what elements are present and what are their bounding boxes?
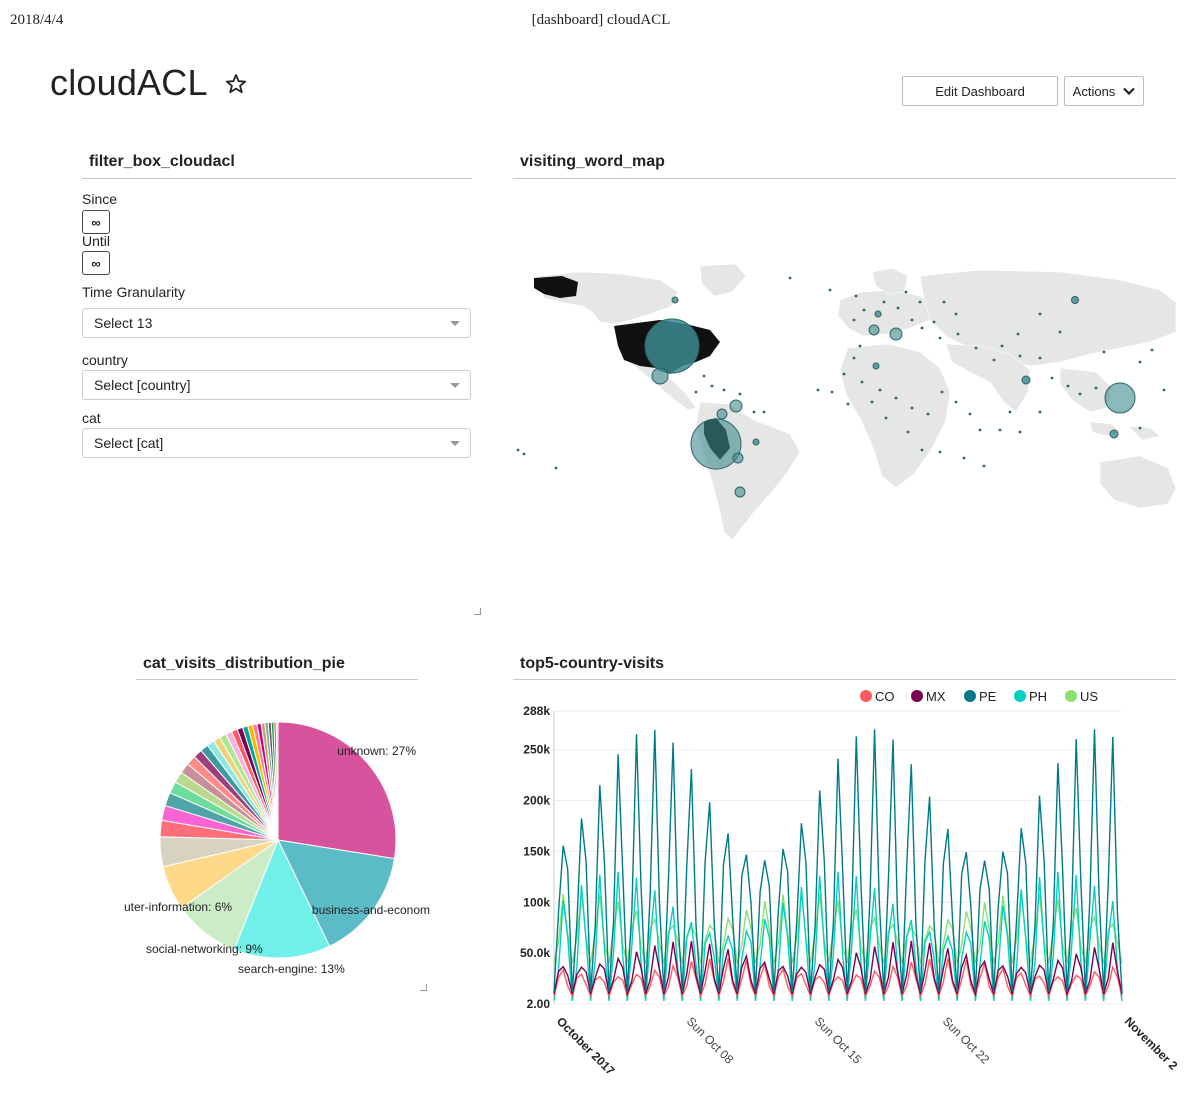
x-tick-label: November 2 bbox=[1122, 1014, 1181, 1073]
y-tick-label: 250k bbox=[523, 743, 550, 757]
x-tick-label: Sun Oct 22 bbox=[940, 1014, 993, 1067]
time-granularity-value: Select 13 bbox=[94, 315, 153, 331]
dropdown-caret-icon bbox=[450, 321, 460, 326]
y-tick-label: 288k bbox=[523, 704, 550, 718]
map-panel-divider bbox=[513, 178, 1176, 179]
filter-box-divider bbox=[82, 178, 472, 179]
actions-label: Actions bbox=[1072, 83, 1116, 99]
map-bubble bbox=[1071, 296, 1079, 304]
time-granularity-select[interactable]: Select 13 bbox=[82, 308, 471, 338]
y-tick-label: 200k bbox=[523, 794, 550, 808]
map-bubble-ph bbox=[1104, 382, 1136, 414]
line-chart[interactable]: 288k 250k 200k 150k 100k 50.0k 2.00October 201… bbox=[510, 700, 1200, 1100]
pie-slice-label: search-engine: 13% bbox=[238, 962, 345, 976]
until-button[interactable]: ∞ bbox=[82, 251, 110, 275]
y-tick-label: 50.0k bbox=[520, 946, 550, 960]
cat-placeholder: Select [cat] bbox=[94, 435, 164, 451]
dropdown-caret-icon bbox=[450, 441, 460, 446]
map-bubble-pe bbox=[690, 418, 742, 470]
y-tick-label: 2.00 bbox=[527, 997, 551, 1011]
map-bubble bbox=[874, 310, 882, 318]
country-label: country bbox=[82, 352, 128, 368]
since-button[interactable]: ∞ bbox=[82, 210, 110, 234]
map-bubble bbox=[671, 296, 679, 304]
actions-button[interactable]: Actions bbox=[1064, 76, 1144, 106]
map-bubble bbox=[1109, 429, 1119, 439]
pie-chart[interactable]: unknown: 27% business-and-econom search-en… bbox=[110, 695, 440, 995]
cat-select[interactable]: Select [cat] bbox=[82, 428, 471, 458]
world-map[interactable] bbox=[500, 262, 1176, 552]
map-bubble bbox=[716, 408, 728, 420]
map-bubble bbox=[729, 399, 743, 413]
resize-handle-icon[interactable] bbox=[420, 984, 427, 991]
map-land bbox=[539, 263, 1176, 541]
resize-handle-icon[interactable] bbox=[474, 608, 481, 615]
filter-box-title: filter_box_cloudacl bbox=[89, 153, 235, 170]
pie-slice-label: social-networking: 9% bbox=[146, 942, 263, 956]
pie-slice-label: business-and-econom bbox=[312, 903, 430, 917]
y-tick-label: 100k bbox=[523, 895, 550, 909]
map-bubble bbox=[752, 438, 760, 446]
map-bubble bbox=[889, 327, 903, 341]
dropdown-caret-icon bbox=[450, 383, 460, 388]
star-outline-icon[interactable] bbox=[224, 72, 248, 96]
x-tick-label: October 2017 bbox=[554, 1014, 618, 1078]
country-select[interactable]: Select [country] bbox=[82, 370, 471, 400]
line-panel-divider bbox=[513, 679, 1176, 680]
x-tick-label: Sun Oct 15 bbox=[812, 1014, 865, 1067]
until-label: Until bbox=[82, 233, 111, 249]
y-tick-label: 150k bbox=[523, 844, 550, 858]
since-label: Since bbox=[82, 191, 118, 207]
series-line-mx[interactable] bbox=[553, 940, 1123, 997]
pie-slice[interactable] bbox=[277, 721, 397, 860]
country-placeholder: Select [country] bbox=[94, 377, 191, 393]
pie-panel-divider bbox=[136, 679, 418, 680]
map-bubble bbox=[868, 324, 880, 336]
time-granularity-label: Time Granularity bbox=[82, 284, 185, 300]
pie-panel-title: cat_visits_distribution_pie bbox=[143, 655, 345, 672]
cat-label: cat bbox=[82, 410, 101, 426]
print-title: [dashboard] cloudACL bbox=[531, 12, 671, 28]
line-panel-title: top5-country-visits bbox=[520, 655, 665, 672]
map-bubble bbox=[732, 452, 744, 464]
map-bubble bbox=[1021, 375, 1031, 385]
map-bubble-us bbox=[644, 318, 700, 374]
edit-dashboard-label: Edit Dashboard bbox=[935, 83, 1025, 99]
pie-slice-label: uter-information: 6% bbox=[124, 900, 232, 914]
map-bubble-mx bbox=[651, 367, 669, 385]
x-tick-label: Sun Oct 08 bbox=[684, 1014, 737, 1067]
series-line-pe[interactable] bbox=[553, 729, 1123, 992]
map-bubble bbox=[872, 362, 880, 370]
chevron-down-icon bbox=[1123, 87, 1136, 95]
map-panel-title: visiting_word_map bbox=[520, 153, 665, 170]
pie-slice-label: unknown: 27% bbox=[337, 744, 416, 758]
edit-dashboard-button[interactable]: Edit Dashboard bbox=[902, 76, 1058, 106]
dashboard-title: cloudACL bbox=[50, 62, 208, 103]
map-bubble bbox=[734, 486, 746, 498]
series-line-co[interactable] bbox=[553, 958, 1123, 999]
